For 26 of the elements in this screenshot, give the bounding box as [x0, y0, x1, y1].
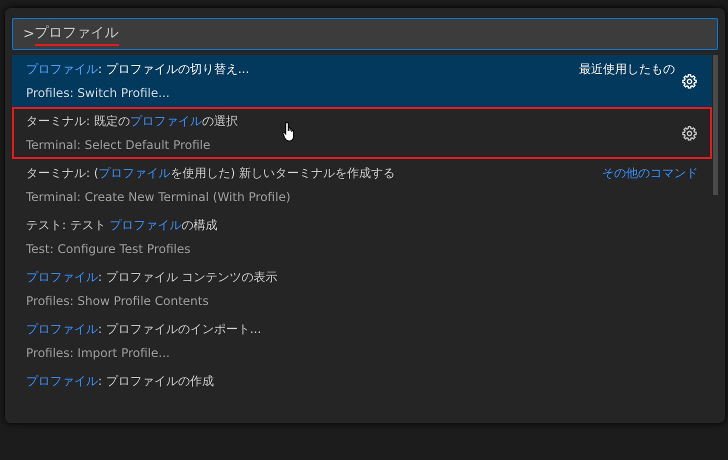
- command-label: テスト: テスト プロファイルの構成: [26, 217, 218, 234]
- scrollbar[interactable]: [713, 55, 718, 195]
- command-item[interactable]: プロファイル: プロファイルのインポート... Profiles: Import Profile...: [12, 315, 712, 367]
- group-label: 最近使用したもの: [579, 61, 675, 78]
- command-item[interactable]: テスト: テスト プロファイルの構成 Test: Configure Test Profiles: [12, 211, 712, 263]
- command-item[interactable]: ターミナル: 既定のプロファイルの選択 Terminal: Select Default Profile: [12, 107, 712, 159]
- command-item[interactable]: ターミナル: (プロファイルを使用した) 新しいターミナルを作成する Terminal: Create New Terminal (With Profile) その他のコマンド: [12, 159, 712, 211]
- other-commands-link[interactable]: その他のコマンド: [602, 164, 698, 182]
- command-item[interactable]: プロファイル: プロファイルの切り替え... Profiles: Switch Profile... 最近使用したもの: [12, 55, 712, 107]
- command-id: Profiles: Switch Profile...: [26, 85, 171, 102]
- command-label: ターミナル: (プロファイルを使用した) 新しいターミナルを作成する: [26, 165, 396, 182]
- command-id: Profiles: Import Profile...: [26, 345, 171, 362]
- command-label: ターミナル: 既定のプロファイルの選択: [26, 113, 238, 130]
- settings-icon[interactable]: [681, 124, 698, 142]
- settings-icon[interactable]: [681, 72, 698, 90]
- command-label: プロファイル: プロファイルのインポート...: [26, 321, 262, 338]
- command-id: Profiles: Show Profile Contents: [26, 293, 210, 310]
- command-id: Terminal: Create New Terminal (With Profile): [26, 189, 292, 206]
- command-item[interactable]: プロファイル: プロファイルの作成: [12, 367, 712, 419]
- command-id: Test: Configure Test Profiles: [26, 241, 192, 258]
- command-id: Terminal: Select Default Profile: [26, 137, 212, 154]
- command-label: プロファイル: プロファイルの作成: [26, 373, 214, 390]
- search-field[interactable]: >プロファイル: [12, 18, 718, 50]
- command-label: プロファイル: プロファイルの切り替え...: [26, 61, 250, 78]
- command-label: プロファイル: プロファイル コンテンツの表示: [26, 269, 278, 286]
- command-item[interactable]: プロファイル: プロファイル コンテンツの表示 Profiles: Show Profile Contents: [12, 263, 712, 315]
